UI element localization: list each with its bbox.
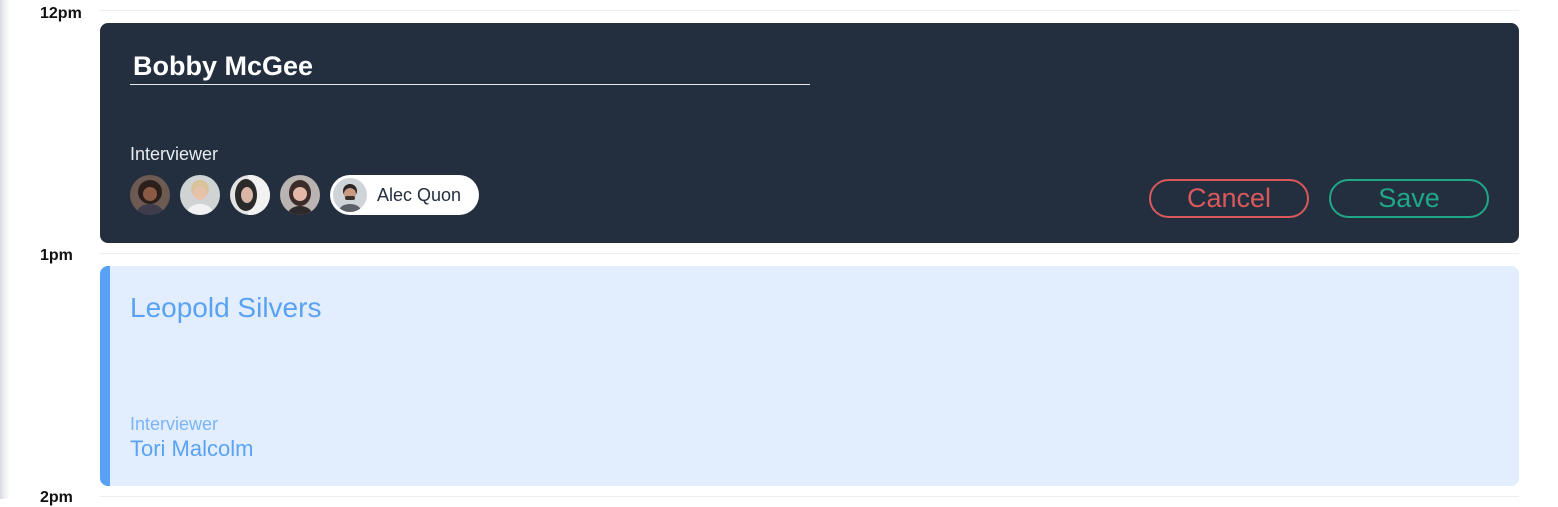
panel-shadow [0,0,10,499]
event-interviewer-name: Tori Malcolm [130,436,254,461]
cancel-button[interactable]: Cancel [1149,179,1309,218]
interviewer-avatar[interactable] [130,175,170,215]
save-button[interactable]: Save [1329,179,1489,218]
selected-interviewer-avatar [333,178,367,212]
hour-divider [100,496,1519,497]
event-accent-bar [100,266,110,486]
interviewer-avatar[interactable] [230,175,270,215]
event-title: Leopold Silvers [130,292,322,323]
interviewer-avatar[interactable] [280,175,320,215]
time-label-1pm: 1pm [40,247,73,264]
event-interviewer-label: Interviewer [130,414,219,434]
time-label-12pm: 12pm [40,5,82,22]
candidate-name-input[interactable] [130,49,810,85]
hour-divider [100,10,1519,11]
selected-interviewer-chip[interactable]: Alec Quon [330,175,480,215]
hour-divider [100,253,1519,254]
interviewer-picker: Alec Quon [130,175,480,215]
edit-event-card: Interviewer [100,23,1519,243]
selected-interviewer-name: Alec Quon [377,184,462,205]
interviewer-label: Interviewer [130,144,219,164]
event-card[interactable]: Leopold Silvers Interviewer Tori Malcolm [100,266,1519,486]
interviewer-avatar[interactable] [180,175,220,215]
time-label-2pm: 2pm [40,489,73,506]
